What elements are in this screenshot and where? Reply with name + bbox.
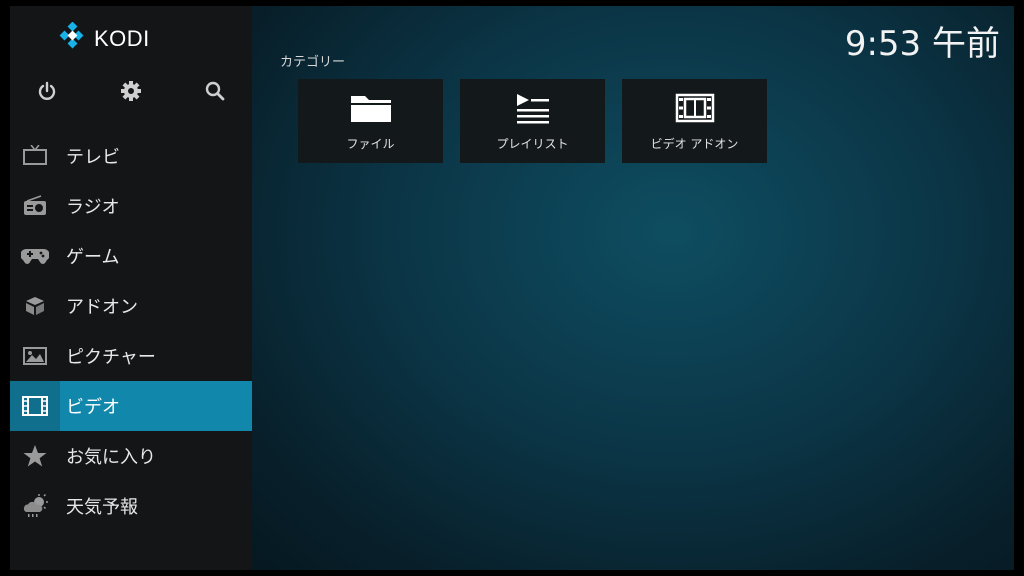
power-button[interactable] bbox=[32, 76, 62, 106]
menu-item-radio[interactable]: ラジオ bbox=[10, 181, 252, 231]
gear-icon bbox=[121, 81, 141, 101]
power-icon bbox=[38, 81, 56, 100]
star-icon bbox=[10, 431, 60, 481]
film-icon bbox=[10, 381, 60, 431]
film-icon bbox=[675, 91, 715, 125]
menu-item-label: お気に入り bbox=[66, 447, 156, 468]
tile-label: プレイリスト bbox=[496, 137, 569, 151]
menu-item-games[interactable]: ゲーム bbox=[10, 231, 252, 281]
content-area: 9:53 午前 カテゴリー ファイル プレイリスト ビデオ アドオン bbox=[252, 6, 1014, 570]
top-icon-bar bbox=[10, 76, 252, 106]
tile-files[interactable]: ファイル bbox=[298, 79, 443, 163]
kodi-logo-text: KODI bbox=[94, 26, 150, 51]
folder-icon bbox=[349, 91, 393, 125]
menu-item-label: テレビ bbox=[66, 147, 120, 168]
menu-item-label: アドオン bbox=[66, 297, 138, 318]
search-button[interactable] bbox=[200, 76, 230, 106]
sidebar: KODI テレビ ラジオ ゲーム アドオン ピクチャー ビデオ お気に入り 天気… bbox=[10, 6, 252, 570]
main-menu: テレビ ラジオ ゲーム アドオン ピクチャー ビデオ お気に入り 天気予報 bbox=[10, 131, 252, 531]
menu-item-label: ゲーム bbox=[66, 247, 120, 268]
menu-item-addons[interactable]: アドオン bbox=[10, 281, 252, 331]
addons-box-icon bbox=[10, 281, 60, 331]
weather-icon bbox=[10, 481, 60, 531]
kodi-logo[interactable]: KODI bbox=[58, 21, 150, 56]
menu-item-tv[interactable]: テレビ bbox=[10, 131, 252, 181]
tile-video-addons[interactable]: ビデオ アドオン bbox=[622, 79, 767, 163]
gamepad-icon bbox=[10, 231, 60, 281]
kodi-window: KODI テレビ ラジオ ゲーム アドオン ピクチャー ビデオ お気に入り 天気… bbox=[10, 6, 1014, 570]
settings-button[interactable] bbox=[116, 76, 146, 106]
tv-icon bbox=[10, 131, 60, 181]
tile-label: ビデオ アドオン bbox=[650, 137, 739, 151]
kodi-logo-icon bbox=[58, 21, 86, 56]
search-icon bbox=[205, 81, 225, 101]
menu-item-label: ラジオ bbox=[66, 197, 120, 218]
clock: 9:53 午前 bbox=[844, 24, 1000, 64]
menu-item-label: ピクチャー bbox=[66, 347, 156, 368]
menu-item-videos[interactable]: ビデオ bbox=[10, 381, 252, 431]
menu-item-weather[interactable]: 天気予報 bbox=[10, 481, 252, 531]
menu-item-pictures[interactable]: ピクチャー bbox=[10, 331, 252, 381]
menu-item-label: ビデオ bbox=[66, 397, 120, 418]
menu-item-favourites[interactable]: お気に入り bbox=[10, 431, 252, 481]
menu-item-label: 天気予報 bbox=[66, 497, 138, 518]
radio-icon bbox=[10, 181, 60, 231]
picture-icon bbox=[10, 331, 60, 381]
tile-label: ファイル bbox=[346, 137, 395, 151]
playlist-icon bbox=[515, 91, 551, 125]
tile-playlists[interactable]: プレイリスト bbox=[460, 79, 605, 163]
section-title: カテゴリー bbox=[280, 55, 346, 70]
